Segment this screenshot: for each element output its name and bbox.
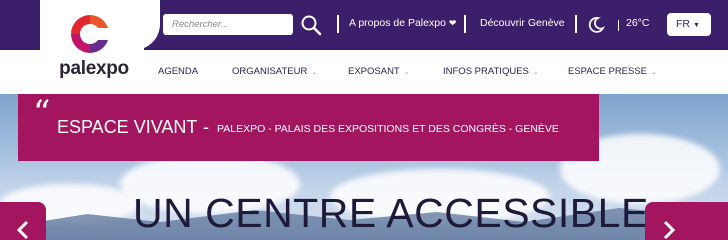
chevron-left-icon (16, 220, 29, 240)
banner-subtitle: PALEXPO - PALAIS DES EXPOSITIONS ET DES … (217, 123, 559, 135)
temperature: 26°C (626, 17, 650, 29)
chevron-down-icon: ▼ (693, 22, 700, 29)
brand-name[interactable]: palexpo (54, 58, 134, 80)
previous-slide-button[interactable] (0, 202, 46, 240)
language-select[interactable]: FR ▼ (667, 13, 711, 36)
banner-dash: - (203, 117, 209, 137)
heart-icon: ❤ (448, 18, 457, 28)
separator (464, 15, 466, 33)
weather-icon (588, 17, 605, 33)
nav-item-label: INFOS PRATIQUES (443, 66, 529, 77)
language-value: FR (676, 18, 690, 30)
nav-item-agenda[interactable]: AGENDA (158, 66, 198, 77)
nav-item-organisateur[interactable]: ORGANISATEUR ⌄ (232, 66, 317, 77)
chevron-down-icon: ⌄ (532, 69, 539, 76)
chevron-right-icon (663, 220, 676, 240)
chevron-down-icon: ⌄ (403, 69, 410, 76)
discover-link[interactable]: Découvrir Genève (480, 17, 565, 29)
nav-item-exposant[interactable]: EXPOSANT ⌄ (348, 66, 410, 77)
next-slide-button[interactable] (645, 202, 728, 240)
discover-link-label: Découvrir Genève (480, 17, 565, 29)
separator (618, 20, 619, 31)
chevron-down-icon: ⌄ (651, 69, 657, 76)
nav-item-label: ESPACE PRESSE (568, 66, 648, 77)
palexpo-logo-icon[interactable] (67, 11, 113, 57)
separator (575, 15, 577, 33)
search-icon[interactable] (300, 14, 322, 36)
about-link-label: A propos de Palexpo (349, 17, 446, 29)
separator (337, 15, 339, 33)
chevron-down-icon: ⌄ (311, 69, 318, 76)
banner-title: ESPACE VIVANT (57, 117, 198, 137)
nav-item-espace-presse[interactable]: ESPACE PRESSE ⌄ (568, 66, 657, 77)
nav-item-label: ORGANISATEUR (232, 66, 308, 77)
hero-headline: UN CENTRE ACCESSIBLE (133, 190, 649, 236)
search-input[interactable] (163, 14, 293, 35)
nav-item-label: EXPOSANT (348, 66, 400, 77)
nav-item-label: AGENDA (158, 66, 199, 77)
nav-item-infos-pratiques[interactable]: INFOS PRATIQUES ⌄ (443, 66, 539, 77)
about-link[interactable]: A propos de Palexpo ❤ (349, 17, 456, 29)
quote-icon: “ (33, 93, 51, 133)
